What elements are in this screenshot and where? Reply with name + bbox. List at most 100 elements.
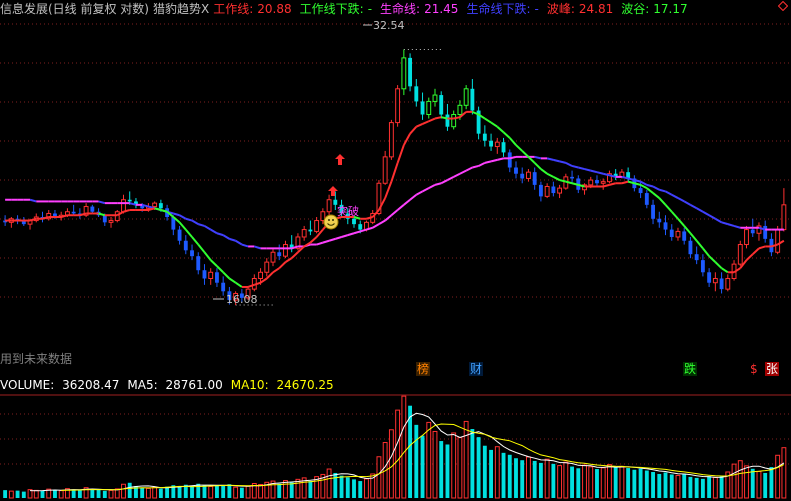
line-segment: [402, 133, 411, 146]
line-segment: [478, 162, 486, 167]
candle: [712, 272, 718, 292]
diamond-icon[interactable]: [778, 1, 788, 11]
volume-bar: [33, 489, 39, 499]
volume-bar: [221, 485, 226, 498]
volume-bar: [58, 490, 64, 499]
line-segment: [578, 166, 585, 171]
line-segment: [658, 197, 667, 206]
volume-bar: [326, 468, 332, 499]
candle: [77, 208, 82, 219]
candle: [215, 268, 219, 287]
candle: [532, 167, 537, 190]
line-segment: [422, 120, 430, 125]
volume-bar: [71, 489, 76, 498]
volume-bars: [3, 395, 787, 499]
volume-bar: [763, 472, 768, 498]
price-grid: [0, 23, 791, 306]
volume-bar: [239, 487, 244, 498]
volume-bar: [258, 484, 263, 499]
volume-bar: [700, 478, 705, 498]
candle: [507, 149, 512, 173]
kline-chart[interactable]: 32.54 16.08 突破: [0, 0, 791, 501]
volume-bar: [432, 430, 438, 499]
line-segment: [154, 207, 162, 211]
marker-zhang[interactable]: 张: [765, 362, 780, 376]
line-segment: [671, 193, 679, 199]
candle: [470, 79, 475, 115]
line-segment: [702, 247, 710, 257]
line-segment: [453, 116, 461, 120]
volume-bar: [613, 467, 618, 498]
marker-cai[interactable]: 财: [469, 362, 484, 376]
candle: [595, 175, 599, 187]
candle: [675, 227, 681, 241]
line-segment: [372, 223, 380, 229]
volume-bar: [544, 458, 550, 499]
volume-bar: [463, 420, 469, 499]
line-segment: [396, 144, 405, 164]
candle: [669, 224, 674, 241]
line-segment: [652, 192, 660, 199]
volume-bar: [514, 458, 518, 498]
volume-bar: [127, 482, 132, 498]
volume-bar: [15, 490, 20, 498]
candle: [451, 110, 457, 130]
line-segment: [216, 232, 224, 237]
candle: [644, 189, 649, 209]
marker-bang[interactable]: 榜: [416, 362, 431, 376]
line-segment: [534, 155, 542, 160]
candle: [557, 184, 563, 199]
marker-dollar[interactable]: $: [749, 362, 759, 376]
line-segment: [254, 245, 261, 250]
line-segment: [714, 261, 723, 269]
line-segment: [758, 245, 766, 250]
line-segment: [341, 234, 349, 238]
volume-bar: [557, 465, 563, 499]
volume-bar: [675, 474, 681, 499]
line-segment: [210, 259, 218, 267]
line-segment: [409, 193, 417, 201]
line-segment: [98, 200, 106, 205]
volume-bar: [663, 472, 668, 498]
candle: [544, 183, 550, 199]
line-segment: [552, 175, 561, 181]
line-segment: [465, 166, 473, 172]
marker-die[interactable]: 跌: [683, 362, 698, 376]
volume-ma10: MA10: 24670.25: [230, 378, 334, 392]
line-segment: [229, 237, 236, 242]
line-segment: [652, 185, 660, 191]
line-segment: [677, 197, 685, 203]
line-segment: [235, 281, 243, 288]
price-annotations: 32.54 16.08 突破: [213, 19, 405, 306]
volume-bar: [781, 447, 787, 499]
line-segment: [665, 190, 673, 196]
volume-bar: [165, 486, 170, 498]
volume-bar: [283, 480, 288, 499]
candle: [8, 216, 14, 228]
volume-bar: [775, 454, 781, 499]
line-segment: [415, 190, 424, 196]
line-segment: [490, 158, 498, 163]
candle: [694, 246, 699, 265]
candle: [308, 220, 313, 236]
volume-bar: [227, 484, 232, 498]
volume-bar: [626, 468, 631, 498]
volume-bar: [588, 466, 594, 499]
candle: [395, 85, 401, 127]
volume-bar: [600, 467, 606, 499]
line-segment: [646, 183, 654, 188]
line-segment: [396, 204, 405, 211]
indicator-header: 信息发展(日线 前复权 对数) 猎豹趋势X 工作线: 20.88 工作线下跌: - 生命线:…: [0, 2, 696, 16]
volume-bar: [538, 462, 543, 498]
line-segment: [322, 239, 330, 244]
candle: [202, 264, 207, 285]
volume-header: VOLUME: 36208.47 MA5: 28761.00 MA10: 24670…: [0, 378, 342, 392]
candle: [83, 203, 89, 217]
candle: [426, 97, 432, 119]
line-segment: [571, 164, 579, 169]
volume-bar: [731, 463, 737, 499]
candle: [682, 227, 687, 245]
line-segment: [222, 271, 231, 280]
volume-bar: [457, 437, 463, 499]
line-segment: [228, 277, 237, 284]
